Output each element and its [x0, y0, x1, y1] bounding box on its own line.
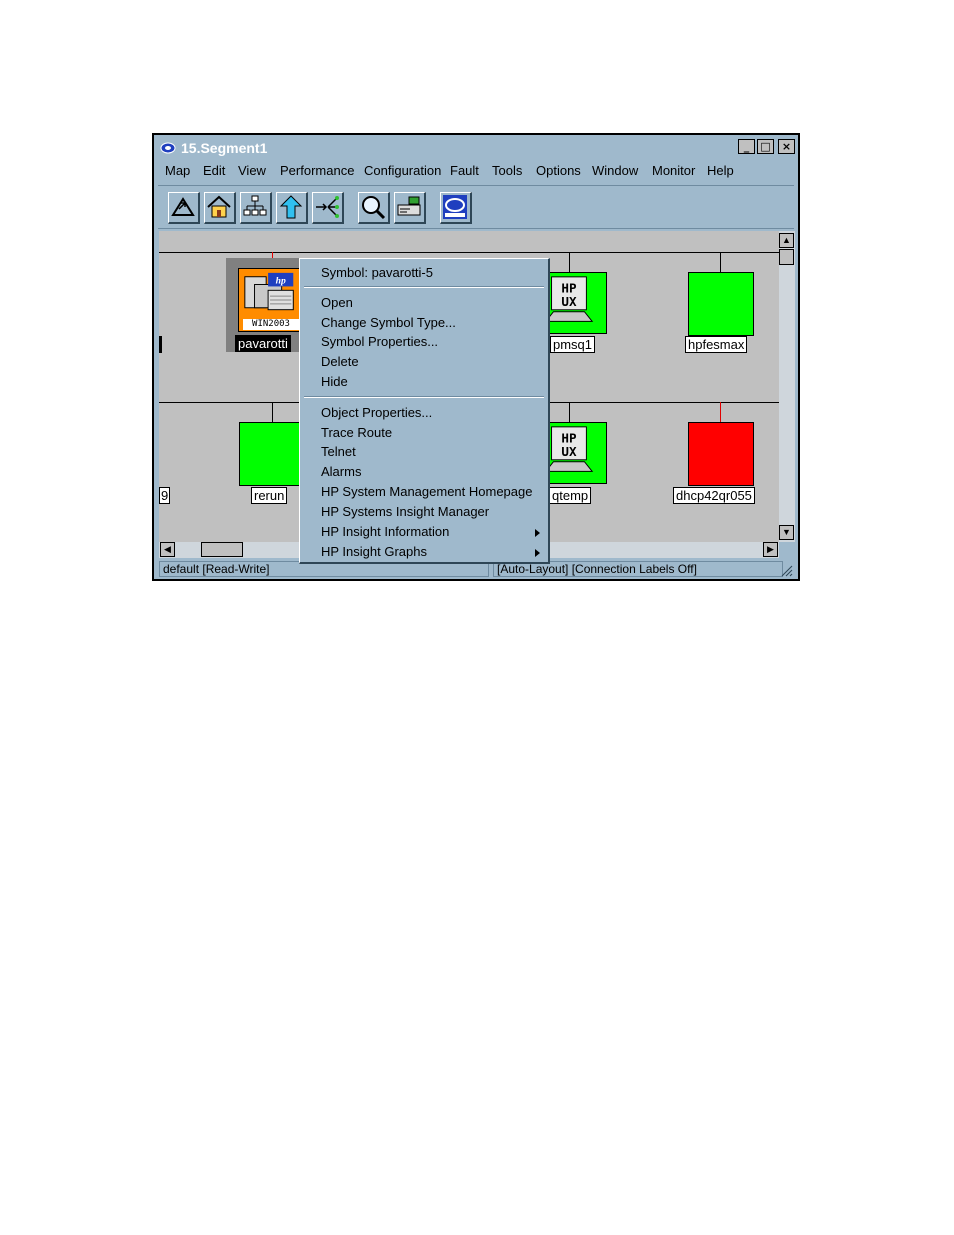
context-menu: Symbol: pavarotti-5 Open Change Symbol T… [299, 258, 550, 564]
menu-item-trace-route[interactable]: Trace Route [321, 425, 392, 440]
connector [720, 402, 721, 422]
connector [569, 252, 570, 272]
menu-performance[interactable]: Performance [280, 163, 354, 178]
search-icon [362, 196, 386, 220]
node-label[interactable]: pmsq1 [550, 336, 596, 353]
explode-button[interactable] [312, 192, 344, 224]
window-title: 15.Segment1 [181, 140, 268, 156]
menu-map[interactable]: Map [165, 163, 190, 178]
menu-bar: Map Edit View Performance Configuration … [158, 161, 794, 183]
svg-text:UX: UX [561, 294, 577, 309]
os-badge: WIN2003 [243, 319, 299, 330]
scroll-left-button[interactable]: ◀ [160, 542, 175, 557]
menu-item-change-symbol-type[interactable]: Change Symbol Type... [321, 315, 456, 330]
close-submap-icon [171, 197, 195, 216]
parent-map-button[interactable] [276, 192, 308, 224]
network-tree-button[interactable] [240, 192, 272, 224]
menu-item-hide[interactable]: Hide [321, 374, 348, 389]
home-button[interactable] [204, 192, 236, 224]
svg-text:hp: hp [276, 276, 286, 287]
minimize-button[interactable]: _ [738, 139, 755, 154]
toolbar [158, 185, 794, 229]
monitor-icon [397, 196, 421, 216]
menu-tools[interactable]: Tools [492, 163, 522, 178]
menu-item-hp-sim[interactable]: HP Systems Insight Manager [321, 504, 489, 519]
menu-configuration[interactable]: Configuration [364, 163, 441, 178]
submenu-arrow-icon [535, 529, 540, 537]
scroll-down-button[interactable]: ▼ [779, 525, 794, 540]
connector [569, 402, 570, 422]
menu-separator [304, 396, 544, 398]
node-hpfesmax[interactable] [688, 272, 754, 336]
hp-openview-icon [443, 195, 467, 219]
node-label[interactable]: hpfesmax [685, 336, 748, 353]
horizontal-scroll-thumb[interactable] [201, 542, 243, 557]
node-dhcp42qr055[interactable] [688, 422, 754, 486]
network-bus [159, 252, 779, 253]
find-button[interactable] [358, 192, 390, 224]
menu-item-hp-smh[interactable]: HP System Management Homepage [321, 484, 532, 499]
up-arrow-icon [279, 195, 303, 219]
home-icon [207, 195, 231, 218]
node-rerun[interactable] [239, 422, 305, 486]
maximize-button[interactable]: □ [757, 139, 774, 154]
openview-icon [160, 142, 176, 154]
node-label[interactable]: dhcp42qr055 [673, 487, 755, 504]
menu-item-delete[interactable]: Delete [321, 354, 359, 369]
scroll-right-button[interactable]: ▶ [763, 542, 778, 557]
node-label[interactable]: 9 [159, 487, 171, 504]
close-button[interactable]: × [778, 139, 795, 154]
menu-help[interactable]: Help [707, 163, 734, 178]
node-label[interactable]: pavarotti [235, 335, 291, 352]
submenu-arrow-icon [535, 549, 540, 557]
menu-item-alarms[interactable]: Alarms [321, 464, 361, 479]
explode-icon [316, 196, 339, 218]
vertical-scrollbar[interactable]: ▲ ▼ [779, 231, 795, 542]
close-submap-button[interactable] [168, 192, 200, 224]
connector [272, 402, 273, 422]
vertical-scroll-thumb[interactable] [779, 249, 794, 265]
menu-item-symbol-properties[interactable]: Symbol Properties... [321, 334, 438, 349]
menu-item-open[interactable]: Open [321, 295, 353, 310]
hp-openview-button[interactable] [440, 192, 472, 224]
menu-item-hp-insight-information[interactable]: HP Insight Information [321, 524, 449, 539]
monitor-button[interactable] [394, 192, 426, 224]
menu-view[interactable]: View [238, 163, 266, 178]
resize-grip-icon[interactable] [779, 563, 793, 577]
node-pavarotti[interactable]: hp WIN2003 [238, 268, 304, 332]
menu-window[interactable]: Window [592, 163, 638, 178]
menu-fault[interactable]: Fault [450, 163, 479, 178]
menu-edit[interactable]: Edit [203, 163, 225, 178]
node-partial-edge [159, 336, 162, 353]
menu-monitor[interactable]: Monitor [652, 163, 695, 178]
menu-options[interactable]: Options [536, 163, 581, 178]
menu-item-telnet[interactable]: Telnet [321, 444, 356, 459]
svg-text:UX: UX [561, 444, 577, 459]
menu-separator [304, 286, 544, 288]
menu-item-object-properties[interactable]: Object Properties... [321, 405, 432, 420]
network-tree-icon [243, 195, 267, 216]
connector [720, 252, 721, 272]
node-label[interactable]: qtemp [549, 487, 592, 504]
node-label[interactable]: rerun [251, 487, 288, 504]
context-menu-header: Symbol: pavarotti-5 [321, 265, 433, 280]
title-bar[interactable]: 15.Segment1 _ □ × [154, 135, 798, 161]
scroll-up-button[interactable]: ▲ [779, 233, 794, 248]
menu-item-hp-insight-graphs[interactable]: HP Insight Graphs [321, 544, 427, 559]
